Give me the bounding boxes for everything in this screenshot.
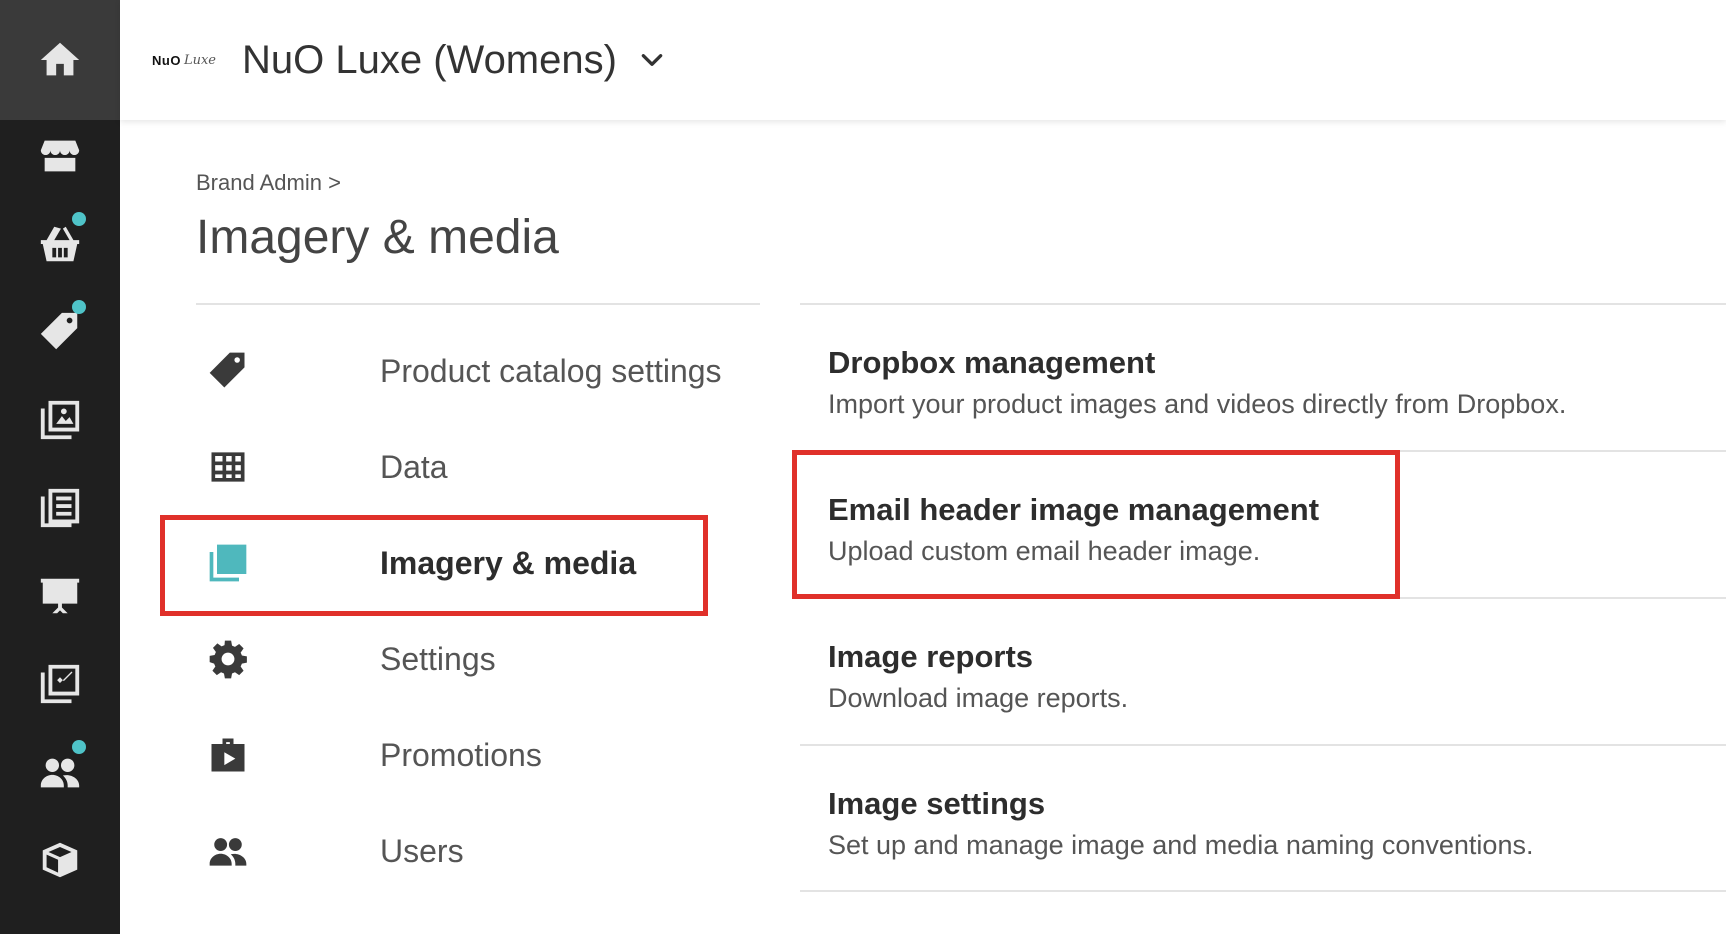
checklist-icon <box>40 664 80 704</box>
menu-item-label: Users <box>380 832 464 869</box>
brand-logo: NuO Luxe <box>136 12 232 108</box>
presentation-icon <box>40 578 80 614</box>
option-title: Image settings <box>828 786 1046 821</box>
logo-text-bold: NuO <box>152 52 181 68</box>
menu-divider <box>196 303 760 305</box>
tags-badge <box>72 300 86 314</box>
brand-switcher-label[interactable]: NuO Luxe (Womens) <box>242 38 617 83</box>
logo-text-script: Luxe <box>183 52 216 68</box>
chevron-down-icon[interactable] <box>639 47 665 73</box>
option-description: Download image reports. <box>828 683 1129 713</box>
menu-item-label: Settings <box>380 640 496 677</box>
rail-basket[interactable] <box>0 200 120 288</box>
option-dropbox-management[interactable]: Dropbox management Import your product i… <box>800 305 1726 449</box>
top-bar: NuO Luxe NuO Luxe (Womens) <box>120 0 1726 120</box>
menu-item-label: Product catalog settings <box>380 352 722 389</box>
rail-list[interactable] <box>0 464 120 552</box>
menu-item-product-catalog-settings[interactable]: Product catalog settings <box>196 323 760 419</box>
breadcrumb[interactable]: Brand Admin > <box>196 170 341 196</box>
table-icon <box>200 439 256 495</box>
basket-icon <box>40 226 80 262</box>
page-title: Imagery & media <box>196 211 559 264</box>
option-title: Image reports <box>828 639 1034 674</box>
promotions-bag-icon <box>200 727 256 783</box>
rail-tags[interactable] <box>0 288 120 376</box>
storefront-icon <box>40 140 80 172</box>
option-description: Upload custom email header image. <box>828 536 1261 566</box>
menu-item-label: Imagery & media <box>380 544 637 581</box>
option-title: Dropbox management <box>828 345 1156 380</box>
menu-item-users[interactable]: Users <box>196 803 760 899</box>
home-icon <box>40 42 80 76</box>
image-gallery-icon <box>200 535 256 591</box>
option-image-reports[interactable]: Image reports Download image reports. <box>800 599 1726 743</box>
left-nav-rail <box>0 0 120 934</box>
option-description: Set up and manage image and media naming… <box>828 830 1534 860</box>
rail-presentation[interactable] <box>0 552 120 640</box>
menu-item-label: Promotions <box>380 736 542 773</box>
options-divider <box>800 890 1726 892</box>
option-description: Import your product images and videos di… <box>828 389 1567 419</box>
menu-item-promotions[interactable]: Promotions <box>196 707 760 803</box>
menu-item-imagery-media[interactable]: Imagery & media <box>196 515 760 611</box>
tag-icon <box>40 312 78 350</box>
rail-box[interactable] <box>0 816 120 904</box>
option-image-settings[interactable]: Image settings Set up and manage image a… <box>800 746 1726 890</box>
rail-home[interactable] <box>0 0 120 120</box>
users-icon <box>40 758 80 788</box>
box-icon <box>42 842 78 878</box>
users-icon <box>200 823 256 879</box>
rail-gallery[interactable] <box>0 376 120 464</box>
rail-users[interactable] <box>0 728 120 816</box>
list-document-icon <box>40 488 80 528</box>
rail-checklist[interactable] <box>0 640 120 728</box>
option-title: Email header image management <box>828 492 1320 527</box>
menu-item-data[interactable]: Data <box>196 419 760 515</box>
tag-icon <box>200 343 256 399</box>
gear-icon <box>200 631 256 687</box>
image-gallery-icon <box>40 400 80 440</box>
option-email-header-image-management[interactable]: Email header image management Upload cus… <box>800 452 1726 596</box>
menu-item-settings[interactable]: Settings <box>196 611 760 707</box>
users-badge <box>72 740 86 754</box>
menu-item-label: Data <box>380 448 448 485</box>
basket-badge <box>72 212 86 226</box>
rail-storefront[interactable] <box>0 112 120 200</box>
